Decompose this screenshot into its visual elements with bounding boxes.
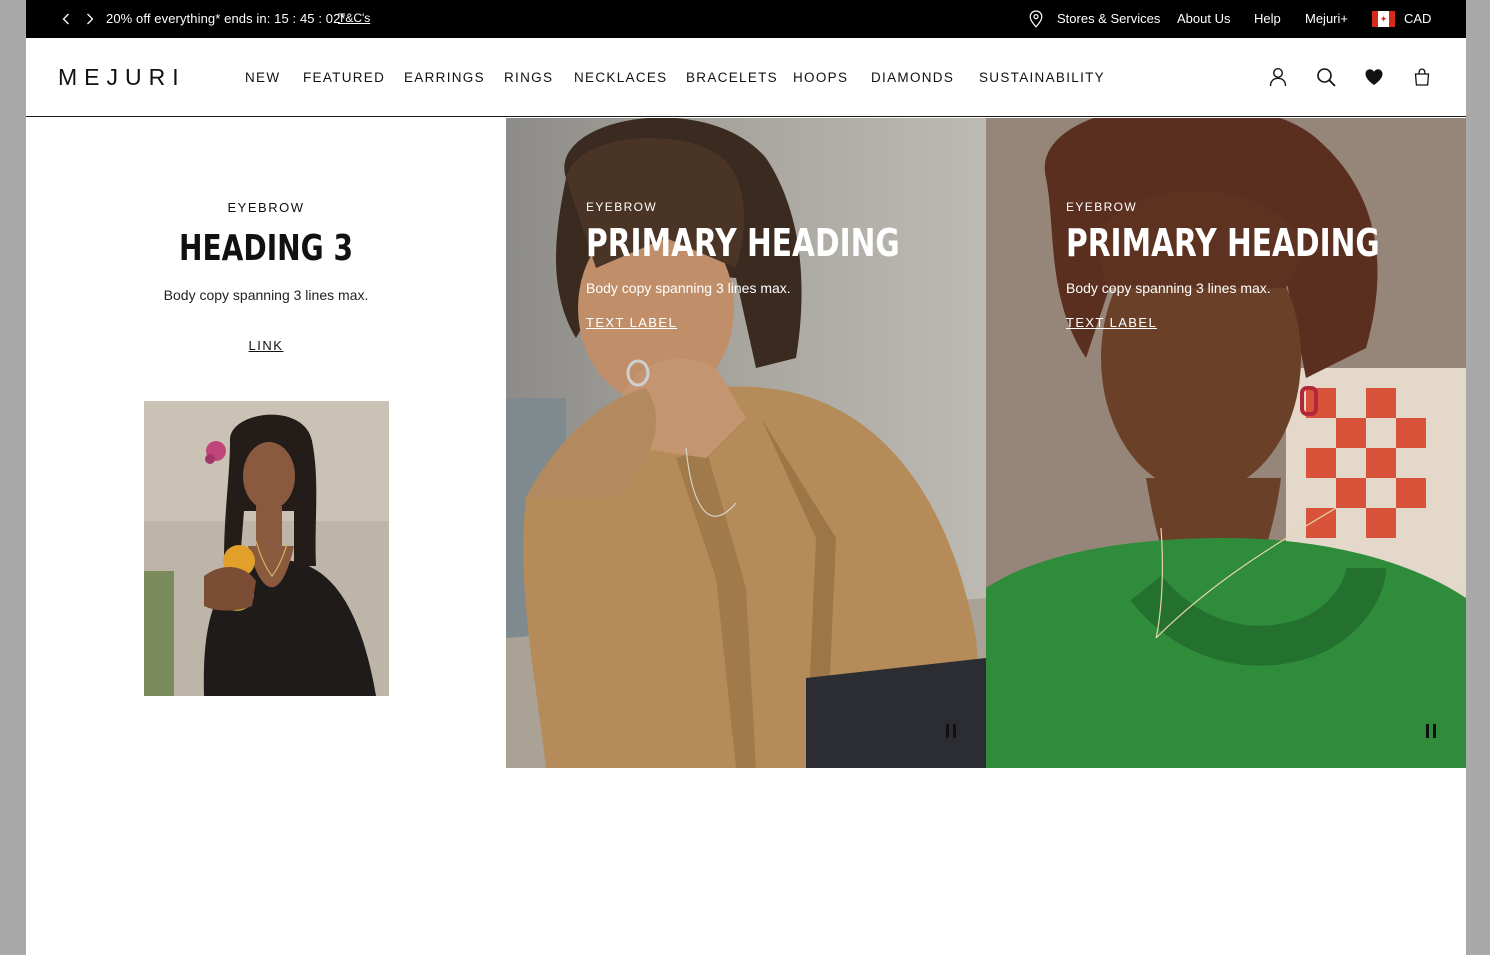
stores-services-link[interactable]: Stores & Services [1057,11,1160,26]
help-link[interactable]: Help [1254,11,1281,26]
page: 20% off everything* ends in: 15 : 45 : 0… [26,0,1466,955]
tile-heading: PRIMARY HEADING [586,221,900,265]
chevron-left-icon[interactable] [58,10,74,28]
tile-body-copy: Body copy spanning 3 lines max. [1066,280,1271,296]
block-body-copy: Body copy spanning 3 lines max. [163,287,369,303]
promo-message: 20% off everything* ends in: 15 : 45 : 0… [106,11,346,26]
about-us-link[interactable]: About Us [1177,11,1230,26]
hero-photo [506,118,986,768]
nav-sustainability[interactable]: SUSTAINABILITY [979,70,1105,85]
pause-icon[interactable] [1426,724,1436,738]
nav-diamonds[interactable]: DIAMONDS [871,70,954,85]
tile-eyebrow: EYEBROW [1066,200,1138,214]
wishlist-heart-icon[interactable] [1363,66,1385,88]
tile-heading: PRIMARY HEADING [1066,221,1380,265]
currency-selector[interactable]: CAD [1404,11,1431,26]
nav-hoops[interactable]: HOOPS [793,70,848,85]
tile-eyebrow: EYEBROW [586,200,658,214]
mejuri-logo[interactable]: MEJURI [58,64,186,91]
hero-tile[interactable]: EYEBROW PRIMARY HEADING Body copy spanni… [986,118,1466,768]
promo-bar: 20% off everything* ends in: 15 : 45 : 0… [26,0,1466,38]
block-heading: HEADING 3 [178,228,354,269]
editorial-block: EYEBROW HEADING 3 Body copy spanning 3 l… [26,118,506,768]
map-pin-icon [1029,10,1043,28]
mejuri-plus-link[interactable]: Mejuri+ [1305,11,1348,26]
nav-necklaces[interactable]: NECKLACES [574,70,667,85]
shopping-bag-icon[interactable] [1411,66,1433,88]
tile-text-link[interactable]: TEXT LABEL [586,315,677,330]
nav-rings[interactable]: RINGS [504,70,553,85]
tile-text-link[interactable]: TEXT LABEL [1066,315,1157,330]
nav-new[interactable]: NEW [245,70,280,85]
hero-tile[interactable]: EYEBROW PRIMARY HEADING Body copy spanni… [506,118,986,768]
tile-body-copy: Body copy spanning 3 lines max. [586,280,791,296]
account-icon[interactable] [1267,66,1289,88]
model-photo[interactable] [144,401,389,696]
block-link: LINK [26,338,506,353]
main-header: MEJURI NEW FEATURED EARRINGS RINGS NECKL… [26,38,1466,117]
eyebrow-text: EYEBROW [227,200,305,215]
nav-bracelets[interactable]: BRACELETS [686,70,778,85]
canada-flag-icon[interactable]: ✦ [1372,11,1395,27]
nav-featured[interactable]: FEATURED [303,70,385,85]
hero-photo [986,118,1466,768]
chevron-right-icon[interactable] [82,10,98,28]
search-icon[interactable] [1315,66,1337,88]
pause-icon[interactable] [946,724,956,738]
nav-earrings[interactable]: EARRINGS [404,70,485,85]
terms-link[interactable]: T&C's [338,11,370,25]
link-label[interactable]: LINK [249,338,284,353]
